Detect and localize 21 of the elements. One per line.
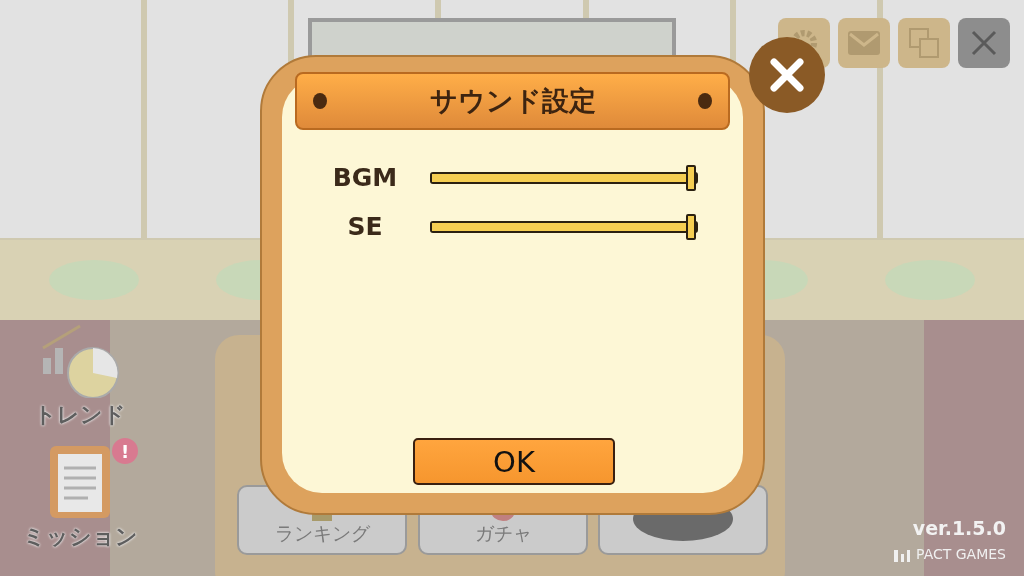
publisher-logo: PACT GAMES	[894, 546, 1006, 562]
bolt-icon	[698, 93, 712, 109]
menu-label: ミッション	[22, 523, 138, 551]
menu-label: ランキング	[274, 521, 370, 546]
side-menu-item[interactable]: ミッション !	[20, 440, 140, 552]
version-text: ver.1.5.0	[912, 517, 1006, 539]
menu-label: トレンド	[34, 401, 126, 429]
envelope-icon	[848, 31, 880, 55]
translate-icon	[908, 27, 940, 59]
slider-thumb[interactable]	[686, 213, 696, 240]
bolt-icon	[313, 93, 327, 109]
menu-label: ガチャ	[474, 521, 532, 546]
x-share-button[interactable]	[958, 18, 1010, 68]
ok-button[interactable]: OK	[413, 438, 615, 485]
slider-label: SE	[346, 212, 384, 241]
dialog-title: サウンド設定	[429, 84, 596, 118]
side-menu-item[interactable]: トレンド	[20, 318, 140, 430]
slider-thumb[interactable]	[686, 164, 696, 191]
x-logo-icon	[970, 29, 998, 57]
slider-label: BGM	[331, 163, 399, 192]
close-icon	[770, 58, 804, 92]
